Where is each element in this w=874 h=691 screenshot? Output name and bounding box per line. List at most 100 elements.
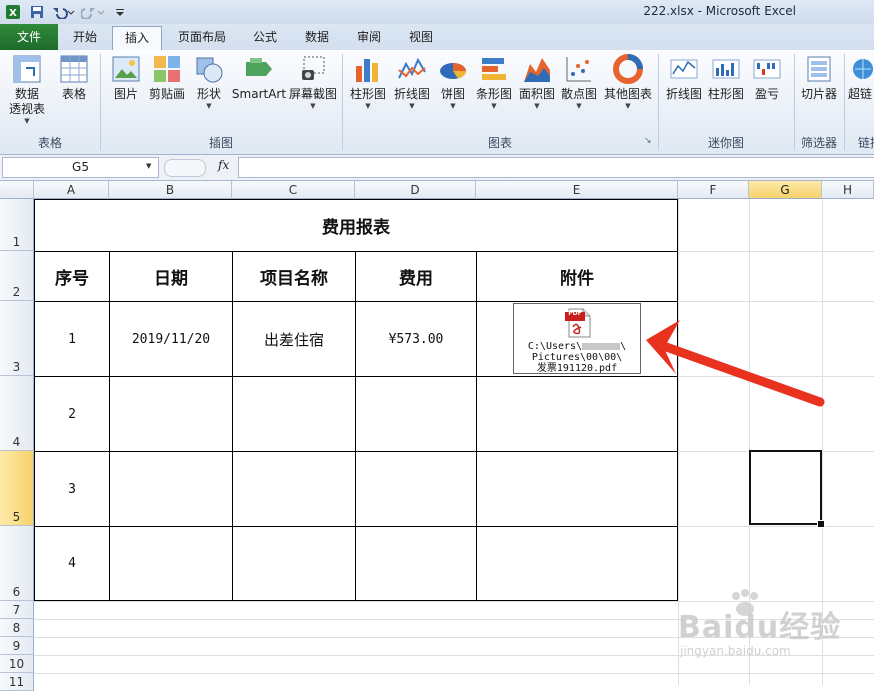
cell-date[interactable] — [109, 526, 233, 601]
row-header-11[interactable]: 11 — [0, 673, 34, 691]
name-box[interactable]: G5 — [2, 157, 159, 178]
header-cell-no[interactable]: 序号 — [34, 251, 110, 302]
tab-data[interactable]: 数据 — [296, 26, 338, 49]
header-cell-date[interactable]: 日期 — [109, 251, 233, 302]
sheet-title-cell[interactable]: 费用报表 — [34, 199, 678, 252]
active-cell-g5[interactable] — [749, 450, 822, 525]
cell-cost[interactable] — [355, 376, 477, 452]
bar-chart-icon — [482, 58, 506, 80]
cell-item[interactable] — [232, 526, 356, 601]
tab-view[interactable]: 视图 — [400, 26, 442, 49]
hyperlink-button[interactable]: 超链 — [848, 54, 874, 102]
cell-no[interactable]: 2 — [34, 376, 110, 452]
dropdown-arrow-icon: ▼ — [534, 102, 540, 110]
dialog-launcher-icon[interactable]: ↘ — [644, 136, 652, 146]
cell-date[interactable] — [109, 376, 233, 452]
sparkline-winloss-button[interactable]: 盈亏 — [748, 54, 786, 102]
slicer-button[interactable]: 切片器 — [798, 54, 840, 102]
sparkline-line-icon — [670, 59, 698, 79]
formula-bar: G5 ▼ fx — [0, 155, 874, 181]
column-header-h[interactable]: H — [822, 181, 874, 199]
excel-logo-icon[interactable]: X — [4, 3, 22, 21]
cell-no[interactable]: 3 — [34, 451, 110, 527]
row-header-9[interactable]: 9 — [0, 637, 34, 655]
picture-button[interactable]: 图片 — [106, 54, 146, 102]
formula-resize-handle[interactable] — [164, 159, 206, 177]
dropdown-arrow-icon: ▼ — [576, 102, 582, 110]
column-chart-icon — [356, 59, 378, 82]
line-chart-label: 折线图 — [393, 87, 430, 101]
column-header-e[interactable]: E — [476, 181, 678, 199]
column-header-b[interactable]: B — [109, 181, 232, 199]
redo-icon[interactable] — [80, 3, 106, 21]
shapes-button[interactable]: 形状 ▼ — [190, 54, 228, 111]
column-chart-button[interactable]: 柱形图 ▼ — [346, 54, 390, 111]
cell-no[interactable]: 1 — [34, 301, 110, 377]
bar-chart-button[interactable]: 条形图 ▼ — [472, 54, 516, 111]
cell-item[interactable]: 出差住宿 — [232, 301, 356, 377]
header-cell-item[interactable]: 项目名称 — [232, 251, 356, 302]
row-header-4[interactable]: 4 — [0, 376, 34, 451]
row-header-2[interactable]: 2 — [0, 251, 34, 301]
save-icon[interactable] — [28, 3, 46, 21]
formula-input[interactable] — [238, 157, 874, 178]
tab-page-layout[interactable]: 页面布局 — [168, 26, 236, 49]
tab-file[interactable]: 文件 — [0, 24, 58, 50]
table-button[interactable]: 表格 — [54, 54, 94, 102]
cell-attachment[interactable] — [476, 526, 678, 601]
select-all-corner[interactable] — [0, 181, 34, 199]
table-icon — [60, 55, 88, 83]
header-cell-cost[interactable]: 费用 — [355, 251, 477, 302]
clipart-button[interactable]: 剪贴画 — [146, 54, 188, 102]
row-header-6[interactable]: 6 — [0, 526, 34, 601]
cell-attachment[interactable] — [476, 451, 678, 527]
area-chart-button[interactable]: 面积图 ▼ — [516, 54, 558, 111]
row-header-7[interactable]: 7 — [0, 601, 34, 619]
sparkline-column-button[interactable]: 柱形图 — [706, 54, 746, 102]
customize-qat-icon[interactable] — [114, 3, 126, 21]
cell-cost[interactable]: ¥573.00 — [355, 301, 477, 377]
row-header-1[interactable]: 1 — [0, 199, 34, 251]
dropdown-arrow-icon: ▼ — [310, 102, 316, 110]
header-cell-attachment[interactable]: 附件 — [476, 251, 678, 302]
attachment-filename: 发票191120.pdf — [536, 363, 618, 374]
screenshot-button[interactable]: 屏幕截图 ▼ — [288, 54, 338, 111]
row-header-5[interactable]: 5 — [0, 451, 34, 526]
line-chart-button[interactable]: 折线图 ▼ — [390, 54, 434, 111]
pivot-table-button[interactable]: 数据 透视表 ▼ — [4, 54, 50, 126]
pdf-badge: PDF — [568, 310, 582, 317]
clipart-label: 剪贴画 — [148, 87, 185, 101]
tab-home[interactable]: 开始 — [62, 26, 108, 49]
sparkline-line-label: 折线图 — [665, 87, 702, 101]
undo-icon[interactable] — [50, 3, 76, 21]
cell-date[interactable] — [109, 451, 233, 527]
smartart-button[interactable]: SmartArt — [230, 54, 288, 102]
other-charts-button[interactable]: 其他图表 ▼ — [600, 54, 656, 111]
cell-item[interactable] — [232, 376, 356, 452]
column-header-g[interactable]: G — [749, 181, 822, 199]
column-header-f[interactable]: F — [678, 181, 749, 199]
tab-review[interactable]: 审阅 — [348, 26, 390, 49]
cell-cost[interactable] — [355, 526, 477, 601]
fill-handle[interactable] — [817, 520, 825, 528]
embedded-pdf-object[interactable]: PDF C:\Users\ \ Pictures\00\00\ 发票191120.… — [513, 303, 641, 374]
column-header-c[interactable]: C — [232, 181, 355, 199]
name-box-dropdown-icon[interactable]: ▼ — [146, 162, 151, 170]
cell-cost[interactable] — [355, 451, 477, 527]
scatter-chart-button[interactable]: 散点图 ▼ — [558, 54, 600, 111]
cell-no[interactable]: 4 — [34, 526, 110, 601]
row-header-8[interactable]: 8 — [0, 619, 34, 637]
column-header-a[interactable]: A — [34, 181, 109, 199]
sparkline-column-label: 柱形图 — [707, 87, 744, 101]
row-header-3[interactable]: 3 — [0, 301, 34, 376]
row-number: 7 — [12, 603, 21, 617]
cell-date[interactable]: 2019/11/20 — [109, 301, 233, 377]
row-header-10[interactable]: 10 — [0, 655, 34, 673]
insert-function-icon[interactable]: fx — [218, 158, 229, 172]
tab-formulas[interactable]: 公式 — [244, 26, 286, 49]
cell-item[interactable] — [232, 451, 356, 527]
column-header-d[interactable]: D — [355, 181, 476, 199]
tab-insert[interactable]: 插入 — [112, 26, 162, 51]
sparkline-line-button[interactable]: 折线图 — [662, 54, 706, 102]
pie-chart-button[interactable]: 饼图 ▼ — [434, 54, 472, 111]
